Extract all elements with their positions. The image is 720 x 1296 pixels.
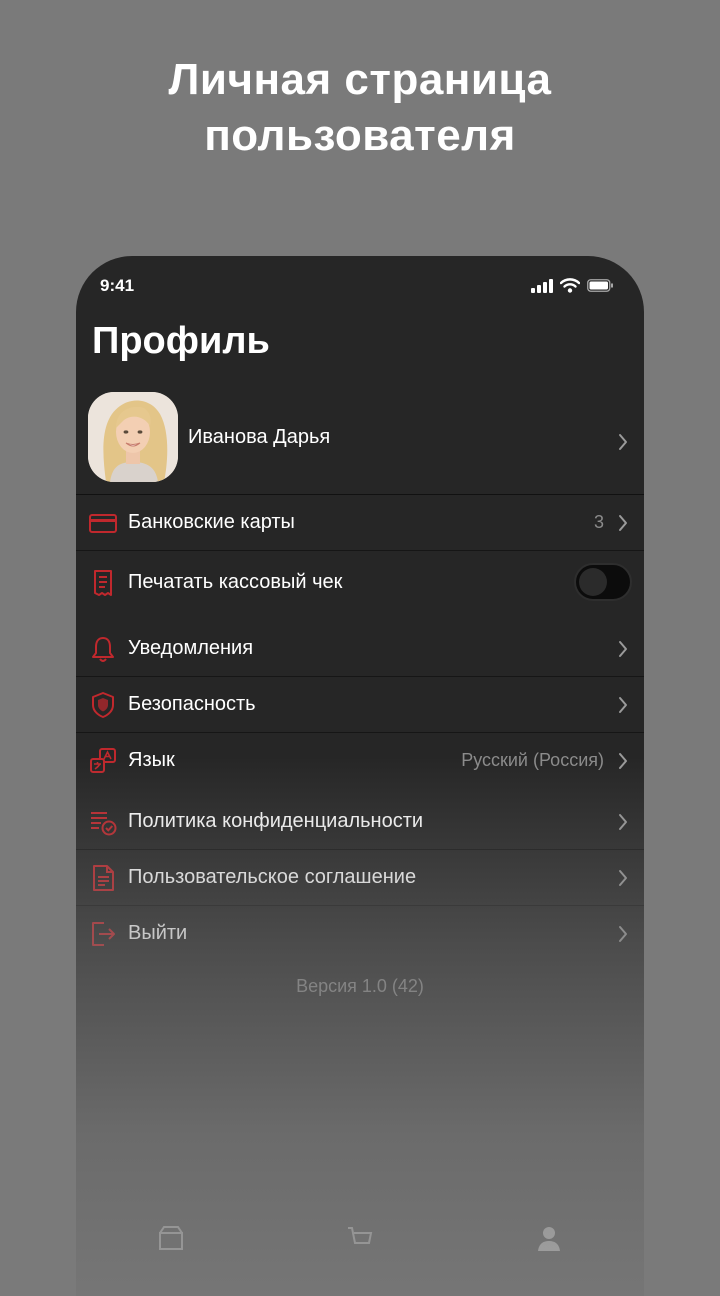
print-receipt-toggle[interactable]: [574, 563, 632, 601]
page-title: Профиль: [92, 320, 270, 362]
chevron-right-icon: [619, 813, 627, 830]
avatar: [88, 392, 178, 482]
chevron-right-icon: [619, 925, 627, 942]
language-label: Язык: [128, 748, 175, 771]
menu-item-print-receipt: Печатать кассовый чек: [76, 551, 644, 615]
phone-screen: 9:41 Профиль Иванова Дарья Банковские ка…: [76, 256, 644, 1296]
bank-cards-label: Банковские карты: [128, 510, 295, 533]
logout-label: Выйти: [128, 921, 188, 944]
profile-icon: [538, 1227, 561, 1251]
shop-icon: [158, 1226, 183, 1250]
signal-icon: [531, 278, 553, 293]
chevron-right-icon: [619, 514, 627, 531]
wifi-icon: [560, 278, 580, 293]
chevron-right-icon: [619, 434, 627, 450]
user-agreement-label: Пользовательское соглашение: [128, 865, 417, 888]
credit-card-icon: [89, 513, 117, 533]
receipt-icon: [94, 570, 112, 596]
status-icons: [531, 278, 614, 293]
menu-item-privacy-policy[interactable]: Политика конфиденциальности: [76, 794, 644, 850]
chevron-right-icon: [619, 640, 627, 657]
tab-shop[interactable]: [141, 1223, 201, 1263]
headline-line-1: Личная страница: [168, 55, 552, 104]
status-time: 9:41: [100, 276, 135, 295]
profile-name: Иванова Дарья: [188, 426, 331, 448]
print-receipt-label: Печатать кассовый чек: [128, 571, 343, 593]
profile-row[interactable]: Иванова Дарья: [76, 390, 644, 495]
language-value: Русский (Россия): [461, 749, 604, 770]
menu-item-language[interactable]: Язык Русский (Россия): [76, 733, 644, 788]
promo-headline: Личная страница пользователя: [0, 52, 720, 164]
menu-item-user-agreement[interactable]: Пользовательское соглашение: [76, 850, 644, 906]
toggle-knob: [579, 568, 607, 596]
avatar-photo: [88, 392, 178, 482]
status-bar: 9:41: [76, 256, 644, 316]
tab-profile[interactable]: [519, 1223, 579, 1263]
app-version: Версия 1.0 (42): [296, 976, 424, 996]
chevron-right-icon: [619, 752, 627, 769]
security-label: Безопасность: [128, 692, 256, 715]
menu-item-notifications[interactable]: Уведомления: [76, 621, 644, 677]
headline-line-2: пользователя: [204, 111, 516, 160]
logout-icon: [92, 921, 115, 946]
tab-cart[interactable]: [330, 1223, 390, 1263]
bank-cards-count: 3: [593, 511, 604, 532]
tab-bar: [76, 1211, 644, 1296]
notifications-label: Уведомления: [128, 636, 254, 659]
document-icon: [93, 864, 114, 891]
chevron-right-icon: [619, 869, 627, 886]
bell-icon: [92, 636, 114, 662]
privacy-policy-label: Политика конфиденциальности: [128, 809, 424, 832]
policy-icon: [91, 811, 117, 835]
translate-icon: [90, 747, 116, 773]
menu-item-security[interactable]: Безопасность: [76, 677, 644, 733]
battery-icon: [587, 279, 613, 292]
cart-icon: [347, 1227, 373, 1244]
shield-icon: [92, 691, 114, 718]
menu-item-bank-cards[interactable]: Банковские карты 3: [76, 495, 644, 551]
chevron-right-icon: [619, 696, 627, 713]
menu-item-logout[interactable]: Выйти: [76, 906, 644, 961]
